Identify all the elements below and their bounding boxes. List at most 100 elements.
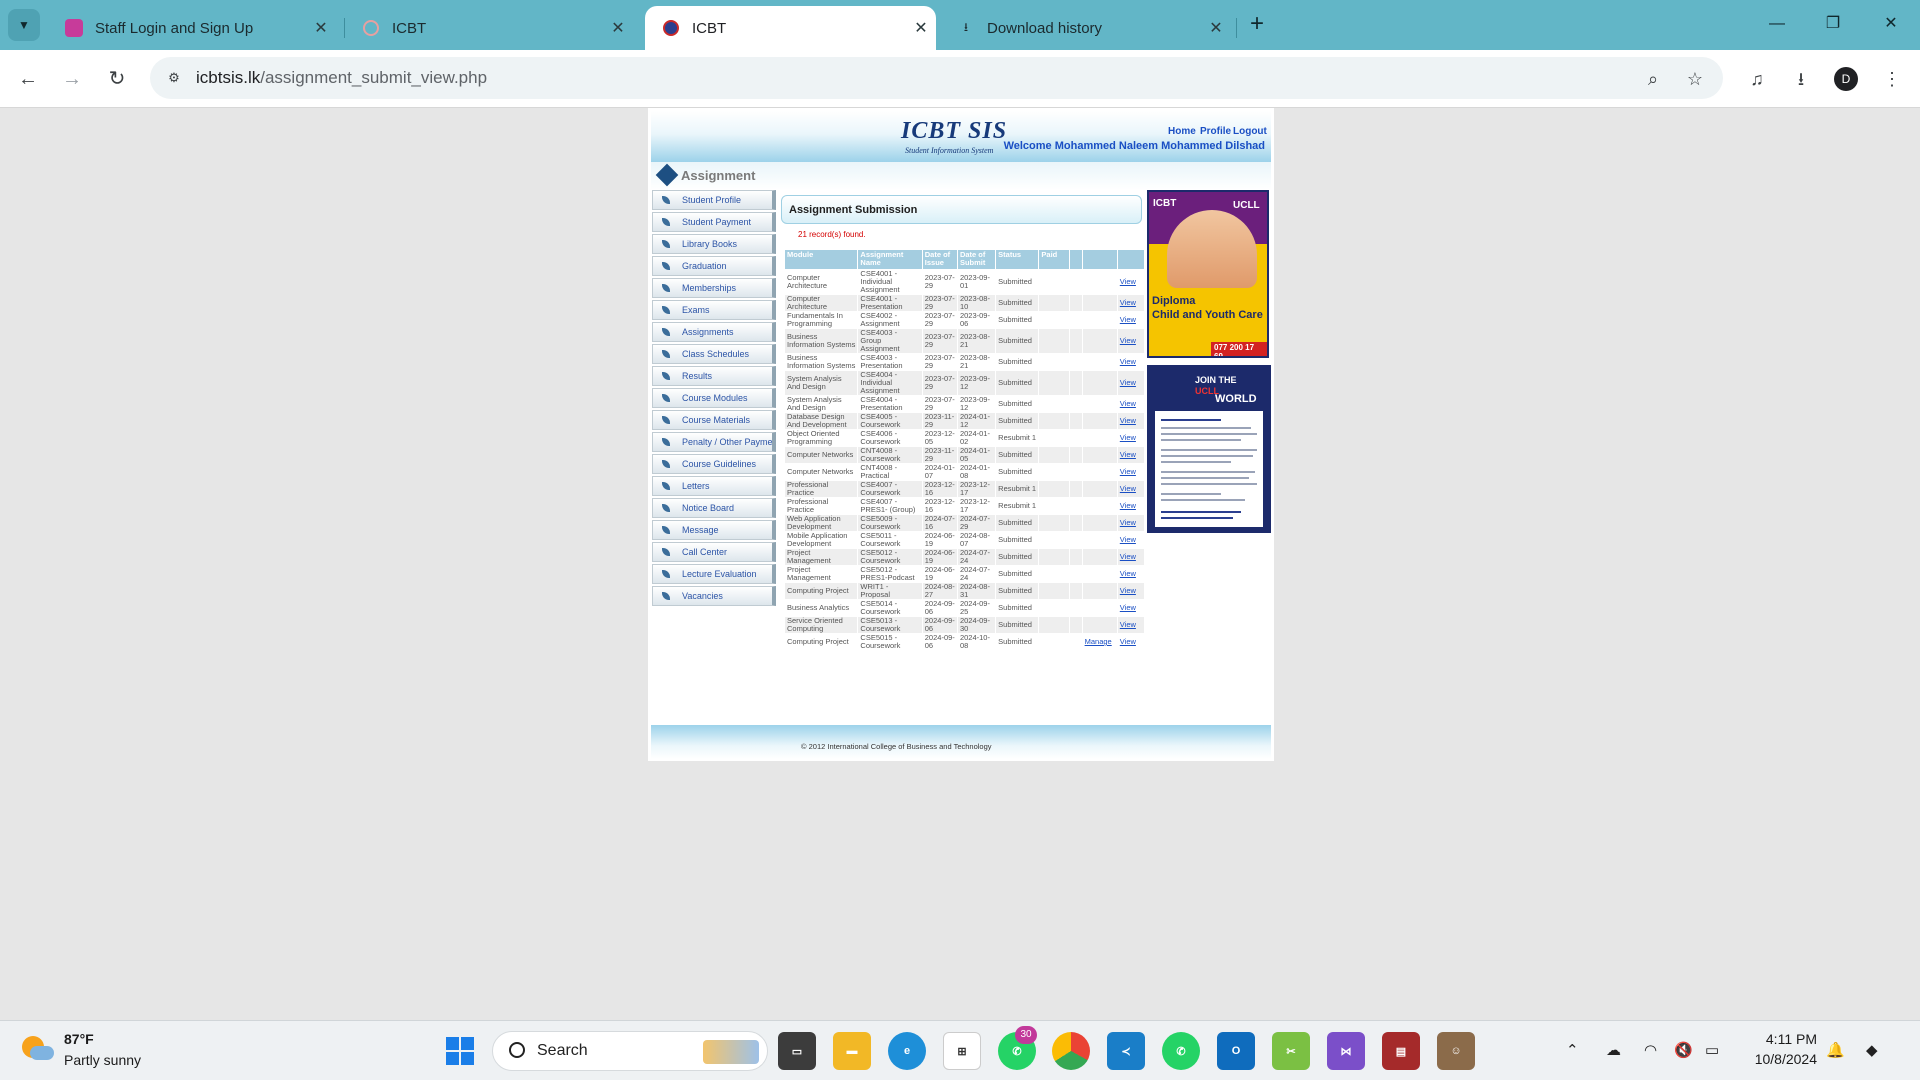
cell-paid (1039, 447, 1069, 463)
view-link[interactable]: View (1120, 357, 1136, 366)
sidebar-item[interactable]: Results (652, 366, 776, 386)
sidebar-item[interactable]: Library Books (652, 234, 776, 254)
sidebar-item[interactable]: Penalty / Other Payment (652, 432, 776, 452)
vscode-icon[interactable]: ≺ (1107, 1032, 1145, 1070)
battery-icon[interactable]: ▭ (1705, 1041, 1719, 1059)
view-link[interactable]: View (1120, 552, 1136, 561)
nav-logout-link[interactable]: Logout (1233, 126, 1267, 137)
user-app-icon[interactable]: ☺ (1437, 1032, 1475, 1070)
sidebar-item[interactable]: Vacancies (652, 586, 776, 606)
nav-profile-link[interactable]: Profile (1200, 126, 1231, 137)
volume-muted-icon[interactable]: 🔇 (1674, 1041, 1693, 1059)
onedrive-icon[interactable]: ☁ (1606, 1041, 1621, 1059)
sidebar-item[interactable]: Exams (652, 300, 776, 320)
weather-condition[interactable]: Partly sunny (64, 1052, 141, 1068)
show-hidden-icons-icon[interactable]: ⌃ (1566, 1041, 1579, 1059)
site-info-icon[interactable]: ⚙ (162, 66, 186, 90)
taskbar-search-box[interactable]: Search (492, 1031, 768, 1071)
profile-avatar[interactable]: D (1834, 67, 1858, 91)
restore-icon[interactable]: ❐ (1810, 8, 1856, 40)
notification-bell-icon[interactable]: 🔔 (1826, 1041, 1845, 1059)
file-explorer-icon[interactable]: ▬ (833, 1032, 871, 1070)
edge-browser-icon[interactable]: e (888, 1032, 926, 1070)
chrome-icon[interactable] (1052, 1032, 1090, 1070)
close-window-icon[interactable]: ✕ (1868, 8, 1914, 40)
more-menu-icon[interactable]: ⋮ (1876, 63, 1908, 95)
downloads-icon[interactable]: ⭳ (1785, 63, 1817, 95)
view-link[interactable]: View (1120, 450, 1136, 459)
tab-close-icon[interactable]: ✕ (1201, 18, 1231, 38)
view-link[interactable]: View (1120, 501, 1136, 510)
sidebar-item[interactable]: Class Schedules (652, 344, 776, 364)
view-link[interactable]: View (1120, 416, 1136, 425)
back-icon[interactable]: ← (12, 63, 44, 95)
tab-download-history[interactable]: ⭳ Download history ✕ (940, 6, 1231, 50)
manage-link[interactable]: Manage (1085, 637, 1112, 646)
view-link[interactable]: View (1120, 603, 1136, 612)
media-controls-icon[interactable]: ♫ (1741, 63, 1773, 95)
sidebar-item[interactable]: Lecture Evaluation (652, 564, 776, 584)
copilot-icon[interactable]: ◆ (1866, 1041, 1878, 1059)
address-bar[interactable]: ⚙ icbtsis.lk/assignment_submit_view.php … (150, 57, 1723, 99)
sidebar-item[interactable]: Assignments (652, 322, 776, 342)
sidebar-item[interactable]: Memberships (652, 278, 776, 298)
tab-close-icon[interactable]: ✕ (306, 18, 336, 38)
view-link[interactable]: View (1120, 569, 1136, 578)
sidebar-item[interactable]: Graduation (652, 256, 776, 276)
view-link[interactable]: View (1120, 637, 1136, 646)
column-header (1082, 250, 1117, 269)
whatsapp-alt-icon[interactable]: ✆ (1162, 1032, 1200, 1070)
outlook-icon[interactable]: O (1217, 1032, 1255, 1070)
winrar-icon[interactable]: ▤ (1382, 1032, 1420, 1070)
weather-temperature[interactable]: 87°F (64, 1031, 94, 1047)
sidebar-item[interactable]: Message (652, 520, 776, 540)
view-link[interactable]: View (1120, 315, 1136, 324)
task-view-icon[interactable]: ▭ (778, 1032, 816, 1070)
view-link[interactable]: View (1120, 467, 1136, 476)
sidebar-item[interactable]: Letters (652, 476, 776, 496)
view-link[interactable]: View (1120, 277, 1136, 286)
microsoft-store-icon[interactable]: ⊞ (943, 1032, 981, 1070)
tab-close-icon[interactable]: ✕ (603, 18, 633, 38)
sidebar-item[interactable]: Course Guidelines (652, 454, 776, 474)
wifi-icon[interactable]: ◠ (1644, 1041, 1657, 1059)
visual-studio-icon[interactable]: ⋈ (1327, 1032, 1365, 1070)
view-link[interactable]: View (1120, 518, 1136, 527)
join-ucll-world-ad[interactable]: JOIN THE UCLL WORLD (1147, 365, 1271, 533)
sidebar-item[interactable]: Notice Board (652, 498, 776, 518)
tab-staff-login[interactable]: Staff Login and Sign Up ✕ (48, 6, 336, 50)
tab-search-button[interactable]: ▼ (8, 9, 40, 41)
view-link[interactable]: View (1120, 620, 1136, 629)
view-link[interactable]: View (1120, 298, 1136, 307)
bookmark-star-icon[interactable]: ☆ (1682, 66, 1708, 92)
minimize-icon[interactable]: — (1754, 8, 1800, 40)
sidebar-item[interactable]: Student Profile (652, 190, 776, 210)
snipping-tool-icon[interactable]: ✂ (1272, 1032, 1310, 1070)
clock-date[interactable]: 10/8/2024 (1732, 1051, 1817, 1067)
sidebar-item[interactable]: Course Materials (652, 410, 776, 430)
weather-partly-sunny-icon[interactable] (22, 1034, 54, 1066)
windows-start-icon[interactable] (440, 1032, 480, 1070)
tab-icbt-active[interactable]: ICBT ✕ (645, 6, 936, 50)
nav-home-link[interactable]: Home (1168, 126, 1196, 137)
clock-time[interactable]: 4:11 PM (1752, 1031, 1817, 1047)
view-link[interactable]: View (1120, 378, 1136, 387)
tab-close-icon[interactable]: ✕ (906, 18, 936, 38)
view-link[interactable]: View (1120, 535, 1136, 544)
sidebar-item-label: Class Schedules (682, 349, 750, 359)
forward-icon[interactable]: → (56, 63, 88, 95)
sidebar-item[interactable]: Course Modules (652, 388, 776, 408)
url-text[interactable]: icbtsis.lk/assignment_submit_view.php (196, 68, 487, 88)
view-link[interactable]: View (1120, 399, 1136, 408)
reload-icon[interactable]: ↻ (101, 63, 133, 95)
view-link[interactable]: View (1120, 336, 1136, 345)
sidebar-item[interactable]: Call Center (652, 542, 776, 562)
tab-icbt-1[interactable]: ICBT ✕ (345, 6, 633, 50)
view-link[interactable]: View (1120, 586, 1136, 595)
zoom-icon[interactable]: ⌕ (1640, 66, 1666, 92)
sidebar-item[interactable]: Student Payment (652, 212, 776, 232)
view-link[interactable]: View (1120, 484, 1136, 493)
new-tab-button[interactable]: + (1242, 10, 1272, 40)
view-link[interactable]: View (1120, 433, 1136, 442)
diploma-child-youth-care-ad[interactable]: ICBT UCLL Diploma Child and Youth Care 0… (1147, 190, 1269, 358)
